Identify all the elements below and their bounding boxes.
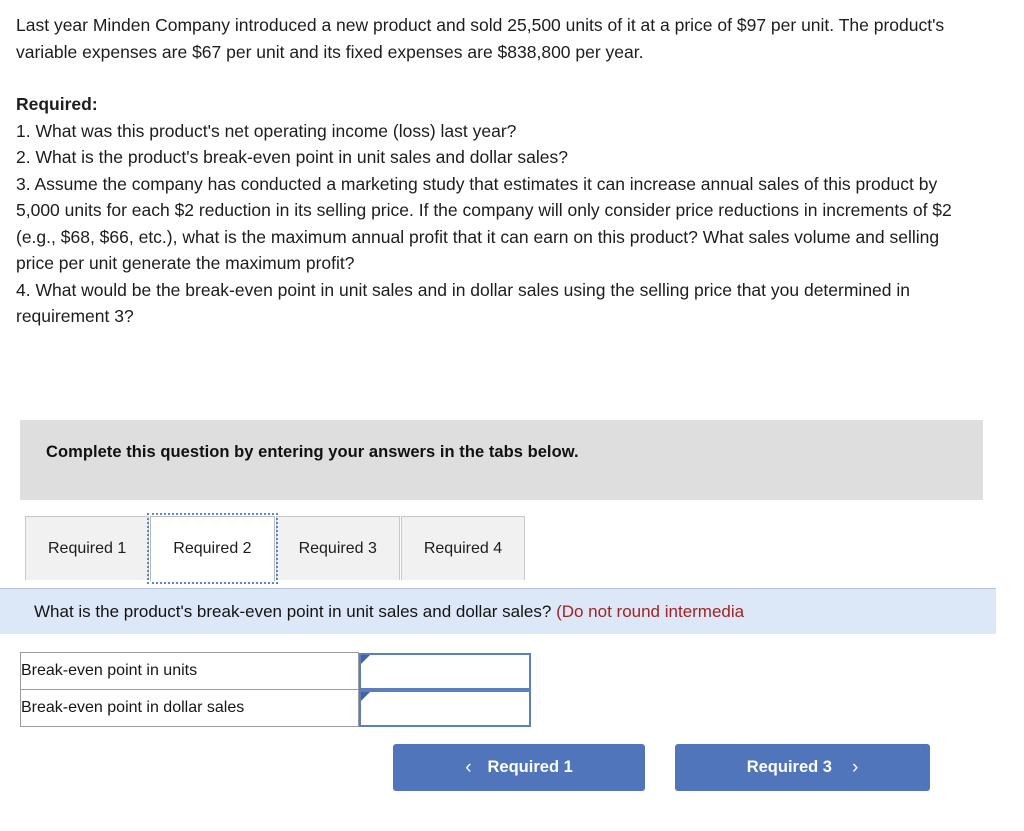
answer-row-label-units: Break-even point in units: [20, 652, 359, 690]
answer-input-cell-units[interactable]: [359, 652, 535, 690]
break-even-units-input[interactable]: [363, 656, 535, 686]
problem-statement-text: Last year Minden Company introduced a ne…: [16, 15, 945, 62]
question-prompt-text: What is the product's break-even point i…: [34, 602, 552, 621]
answer-input-wrapper-units[interactable]: [359, 652, 535, 690]
next-button-label: Required 3: [746, 758, 832, 776]
instruction-banner-text: Complete this question by entering your …: [46, 443, 579, 461]
answer-row-label-dollar-sales: Break-even point in dollar sales: [20, 689, 359, 727]
tab-required-2[interactable]: Required 2: [147, 513, 278, 584]
tab-required-4[interactable]: Required 4: [400, 516, 526, 580]
answer-input-wrapper-dollar-sales[interactable]: [359, 689, 535, 727]
problem-statement-section: Last year Minden Company introduced a ne…: [0, 0, 1024, 330]
question-prompt-inner: What is the product's break-even point i…: [34, 600, 744, 623]
question-rounding-note: (Do not round intermedia: [556, 602, 745, 621]
requirement-item-2: 2. What is the product's break-even poin…: [16, 147, 568, 167]
instruction-banner: Complete this question by entering your …: [20, 420, 983, 500]
chevron-right-icon: ›: [851, 757, 859, 778]
question-prompt-bar: What is the product's break-even point i…: [0, 588, 996, 634]
prev-required-1-button[interactable]: ‹ Required 1: [393, 744, 645, 791]
tab-required-3[interactable]: Required 3: [275, 516, 400, 580]
prev-button-label: Required 1: [487, 758, 573, 776]
table-row: Break-even point in dollar sales: [20, 689, 535, 727]
requirement-tabs: Required 1 Required 2 Required 3 Require…: [25, 513, 526, 584]
next-required-3-button[interactable]: Required 3 ›: [675, 744, 930, 791]
tab-required-1[interactable]: Required 1: [25, 516, 150, 580]
chevron-left-icon: ‹: [465, 757, 472, 778]
answer-table: Break-even point in units Break-even poi…: [20, 652, 535, 727]
table-row: Break-even point in units: [20, 652, 535, 690]
answer-input-cell-dollar-sales[interactable]: [359, 689, 535, 727]
requirements-block: Required: 1. What was this product's net…: [16, 91, 981, 330]
requirement-item-1: 1. What was this product's net operating…: [16, 120, 517, 141]
requirement-item-3: 3. Assume the company has conducted a ma…: [16, 173, 952, 274]
required-heading: Required:: [16, 94, 98, 114]
requirement-item-4: 4. What would be the break-even point in…: [16, 279, 911, 327]
break-even-dollar-sales-input[interactable]: [363, 693, 535, 723]
